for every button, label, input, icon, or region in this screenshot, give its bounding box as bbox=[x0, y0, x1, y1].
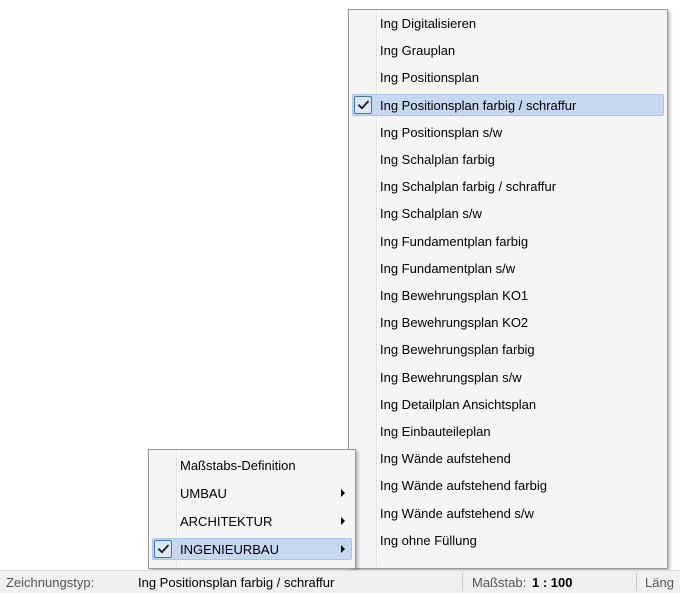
menu-item-label: Ing Positionsplan s/w bbox=[380, 124, 503, 140]
menu-item-ing-schalplan-s-w[interactable]: Ing Schalplan s/w bbox=[352, 202, 664, 224]
drawing-type-submenu: Ing Digitalisieren Ing Grauplan Ing Positi… bbox=[348, 9, 668, 569]
menu-item-ing-ohne-fuellung[interactable]: Ing ohne Füllung bbox=[352, 529, 664, 551]
menu-item-ing-schalplan-farbig-schraffur[interactable]: Ing Schalplan farbig / schraffur bbox=[352, 175, 664, 197]
menu-item-ing-bewehrungsplan-ko2[interactable]: Ing Bewehrungsplan KO2 bbox=[352, 311, 664, 333]
menu-item-label: Ing Fundamentplan farbig bbox=[380, 233, 529, 249]
menu-item-ing-bewehrungsplan-farbig[interactable]: Ing Bewehrungsplan farbig bbox=[352, 338, 664, 360]
menu-item-label: INGENIEURBAU bbox=[180, 542, 279, 557]
menu-item-label: Ing Schalplan s/w bbox=[380, 206, 482, 222]
menu-item-ing-grauplan[interactable]: Ing Grauplan bbox=[352, 39, 664, 61]
menu-item-label: Ing Fundamentplan s/w bbox=[380, 260, 516, 276]
menu-item-architektur[interactable]: ARCHITEKTUR bbox=[152, 510, 352, 532]
menu-item-ing-einbauteileplan[interactable]: Ing Einbauteileplan bbox=[352, 420, 664, 442]
drawing-type-label: Zeichnungstyp: bbox=[6, 575, 95, 590]
menu-item-label: Ing Einbauteileplan bbox=[380, 424, 491, 439]
status-divider bbox=[636, 573, 637, 591]
menu-item-ing-fundamentplan-s-w[interactable]: Ing Fundamentplan s/w bbox=[352, 257, 664, 279]
menu-item-ing-schalplan-farbig[interactable]: Ing Schalplan farbig bbox=[352, 148, 664, 170]
menu-item-ing-waende-aufstehend-farbig[interactable]: Ing Wände aufstehend farbig bbox=[352, 474, 664, 496]
menu-item-label: Ing Bewehrungsplan s/w bbox=[380, 369, 522, 385]
menu-item-ing-fundamentplan-farbig[interactable]: Ing Fundamentplan farbig bbox=[352, 230, 664, 252]
menu-item-label: Ing Schalplan farbig bbox=[380, 152, 495, 167]
application-window: Ing Digitalisieren Ing Grauplan Ing Positi… bbox=[0, 0, 680, 593]
menu-item-label: ARCHITEKTUR bbox=[180, 514, 273, 529]
drawing-type-menu: Maßstabs-Definition UMBAU ARCHITEKTUR INGEN… bbox=[148, 449, 356, 569]
status-bar: Zeichnungstyp: Ing Positionsplan farbig … bbox=[0, 570, 680, 593]
menu-item-label: Ing Positionsplan bbox=[380, 70, 480, 86]
menu-item-label: Ing ohne Füllung bbox=[380, 532, 477, 548]
menu-item-label: Ing Bewehrungsplan farbig bbox=[380, 342, 535, 358]
menu-item-label: Ing Wände aufstehend s/w bbox=[380, 505, 534, 521]
menu-item-label: Ing Digitalisieren bbox=[380, 16, 477, 31]
menu-item-massstabs-definition[interactable]: Maßstabs-Definition bbox=[152, 454, 352, 476]
menu-item-label: Ing Positionsplan farbig / schraffur bbox=[380, 97, 577, 113]
menu-item-ing-waende-aufstehend[interactable]: Ing Wände aufstehend bbox=[352, 447, 664, 469]
menu-item-label: Maßstabs-Definition bbox=[180, 458, 296, 473]
menu-item-ing-bewehrungsplan-ko1[interactable]: Ing Bewehrungsplan KO1 bbox=[352, 284, 664, 306]
menu-item-ing-positionsplan-s-w[interactable]: Ing Positionsplan s/w bbox=[352, 121, 664, 143]
menu-item-label: Ing Detailplan Ansichtsplan bbox=[380, 396, 537, 412]
chevron-right-icon bbox=[341, 517, 345, 525]
menu-item-label: Ing Schalplan farbig / schraffur bbox=[380, 179, 557, 195]
menu-item-label: Ing Bewehrungsplan KO2 bbox=[380, 315, 529, 331]
menu-item-ing-positionsplan[interactable]: Ing Positionsplan bbox=[352, 66, 664, 88]
menu-item-label: UMBAU bbox=[180, 486, 227, 501]
menu-item-label: Ing Wände aufstehend farbig bbox=[380, 478, 547, 494]
scale-label: Maßstab: bbox=[472, 575, 527, 590]
status-divider bbox=[462, 573, 463, 591]
menu-item-ing-positionsplan-farbig-schraffur[interactable]: Ing Positionsplan farbig / schraffur bbox=[352, 93, 664, 116]
chevron-right-icon bbox=[341, 545, 345, 553]
menu-item-ing-bewehrungsplan-s-w[interactable]: Ing Bewehrungsplan s/w bbox=[352, 366, 664, 388]
menu-item-umbau[interactable]: UMBAU bbox=[152, 482, 352, 504]
menu-item-ing-detailplan-ansichtsplan[interactable]: Ing Detailplan Ansichtsplan bbox=[352, 393, 664, 415]
menu-item-ing-digitalisieren[interactable]: Ing Digitalisieren bbox=[352, 12, 664, 34]
check-mark-icon bbox=[154, 540, 172, 558]
chevron-right-icon bbox=[341, 489, 345, 497]
drawing-type-value[interactable]: Ing Positionsplan farbig / schraffur bbox=[138, 575, 334, 590]
scale-value[interactable]: 1 : 100 bbox=[532, 575, 572, 590]
menu-item-label: Ing Grauplan bbox=[380, 43, 456, 59]
menu-item-ing-waende-aufstehend-s-w[interactable]: Ing Wände aufstehend s/w bbox=[352, 502, 664, 524]
menu-item-label: Ing Bewehrungsplan KO1 bbox=[380, 288, 529, 303]
check-mark-icon bbox=[354, 95, 372, 114]
menu-item-ingenieurbau[interactable]: INGENIEURBAU bbox=[152, 538, 352, 560]
menu-item-label: Ing Wände aufstehend bbox=[380, 451, 511, 467]
length-label: Läng bbox=[645, 575, 674, 590]
